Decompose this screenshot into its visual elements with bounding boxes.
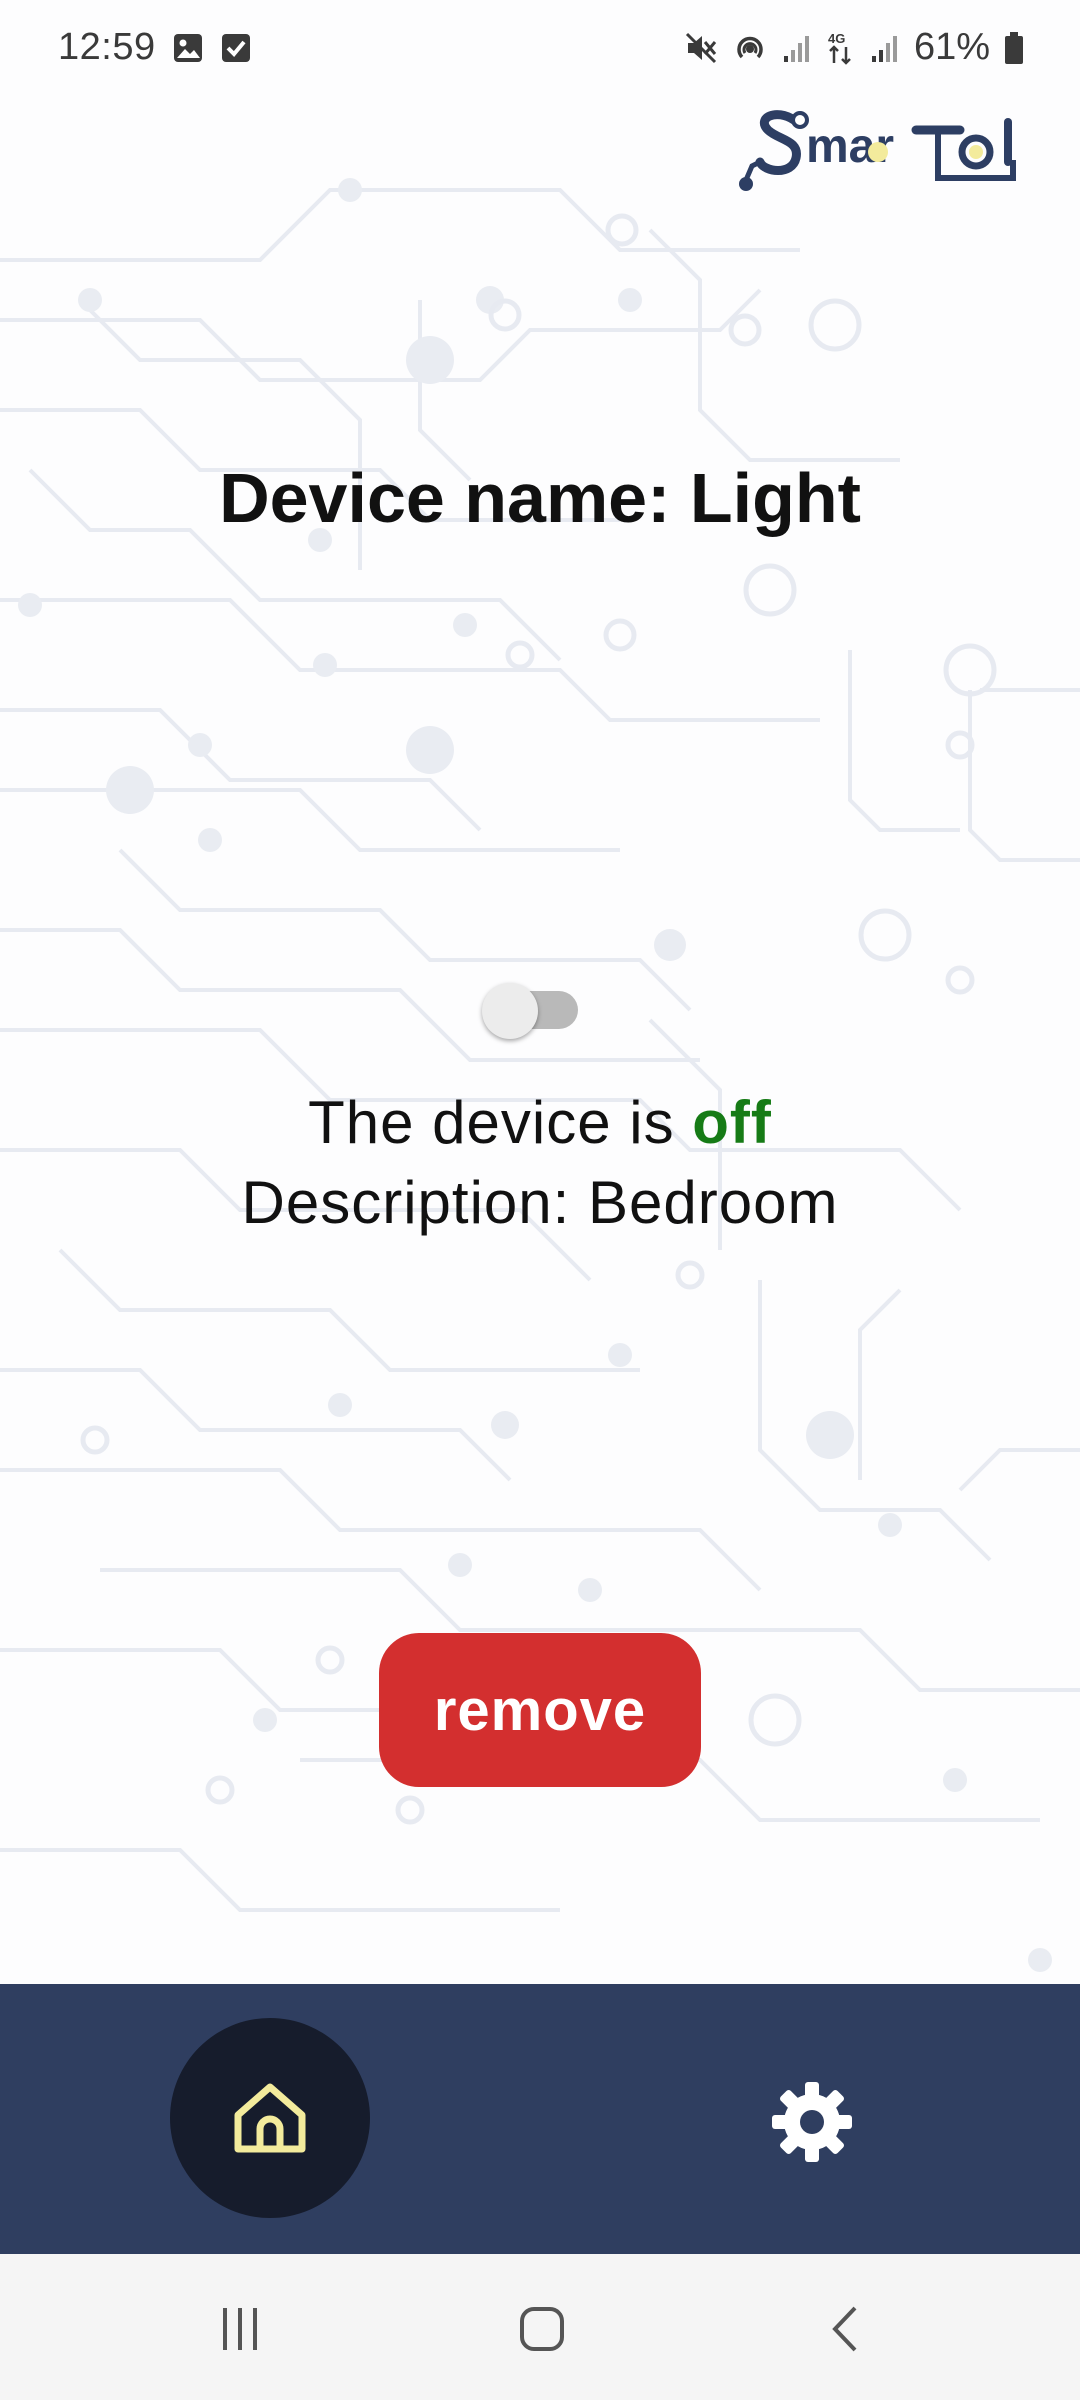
gear-icon <box>772 2082 852 2162</box>
remove-button[interactable]: remove <box>379 1633 701 1787</box>
device-detail-screen: 12:59 4G 61% mar Device name: Light The … <box>0 0 1080 2400</box>
home-circle-icon <box>520 2307 564 2351</box>
svg-text:4G: 4G <box>828 31 845 46</box>
system-navigation-bar <box>0 2254 1080 2400</box>
smartol-logo: mar <box>739 110 1016 191</box>
toggle-thumb <box>482 983 538 1039</box>
nav-home-button[interactable] <box>170 2018 370 2218</box>
recent-apps-icon <box>223 2308 257 2350</box>
checkbox-notification-icon <box>222 34 250 62</box>
device-state-value: off <box>692 1089 772 1156</box>
device-name-title: Device name: Light <box>219 459 861 537</box>
image-notification-icon <box>174 34 202 62</box>
system-back-button[interactable] <box>806 2294 886 2364</box>
signal-icon <box>871 35 897 62</box>
device-description: Description: Bedroom <box>241 1169 839 1236</box>
system-status-icons: 4G 61% <box>684 26 1024 69</box>
signal-icon <box>783 35 809 62</box>
battery-icon <box>1005 31 1023 64</box>
home-icon <box>234 2083 306 2153</box>
back-icon <box>832 2306 857 2352</box>
notification-icons <box>172 32 252 64</box>
device-status-prefix: The device is <box>308 1089 693 1156</box>
device-power-toggle[interactable] <box>482 983 582 1039</box>
recent-apps-button[interactable] <box>200 2294 280 2364</box>
nav-settings-button[interactable] <box>762 2072 862 2172</box>
system-home-button[interactable] <box>502 2294 582 2364</box>
status-bar: 12:59 4G 61% <box>0 0 1080 100</box>
hotspot-icon <box>737 36 763 58</box>
4g-data-icon: 4G <box>828 31 851 65</box>
status-time: 12:59 <box>58 26 156 68</box>
mute-icon <box>685 32 717 63</box>
bottom-navigation <box>0 1984 1080 2254</box>
battery-percent: 61% <box>913 26 990 68</box>
device-status-text: The device is off <box>0 1088 1080 1157</box>
